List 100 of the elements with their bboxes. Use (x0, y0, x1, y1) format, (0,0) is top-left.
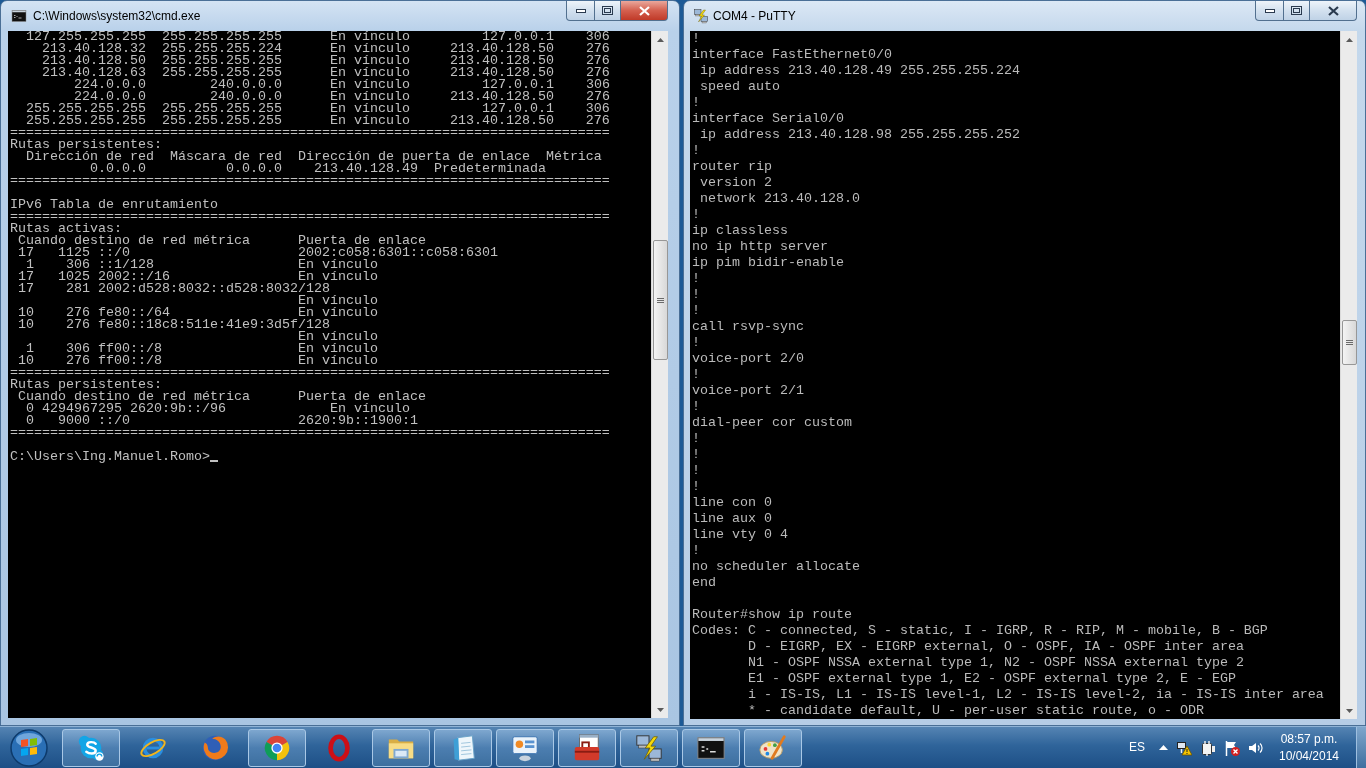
terminal-line: * - candidate default, U - per-user static route, o - ODR (748, 703, 1204, 719)
console-line: En vínculo (297, 331, 378, 343)
console-line: 255.255.255.255 255.255.255.255 En vínculo 213.40.128.50 276 (26, 115, 610, 127)
minimize-icon (1264, 8, 1275, 13)
terminal-line: line vty 0 4 (692, 527, 788, 543)
terminal-line: D - EIGRP, EX - EIGRP external, O - OSPF, IA - OSPF inter area (748, 639, 1244, 655)
triangle-up-icon (1158, 745, 1168, 750)
window-title: C:\Windows\system32\cmd.exe (33, 9, 201, 24)
console-line: 1 306 ::1/128 En vínculo (26, 259, 378, 271)
terminal-line: ! (692, 335, 700, 351)
minimize-button[interactable] (566, 1, 595, 21)
terminal-line: ! (692, 303, 700, 319)
terminal-line: ! (692, 543, 700, 559)
network-warning-icon[interactable] (1176, 739, 1192, 756)
maximize-button[interactable] (595, 1, 621, 21)
console-line: 17 1125 ::/0 2002:c058:6301::c058:6301 (18, 247, 498, 259)
grip-icon (656, 297, 664, 303)
console-line: =========================================================================== (10, 427, 610, 439)
console-line: 0.0.0.0 0.0.0.0 213.40.128.49 Predeterminada (90, 163, 546, 175)
terminal-line: ! (692, 463, 700, 479)
clock-button[interactable]: 08:57 p.m. 10/04/2014 (1272, 730, 1346, 765)
console-line: 17 1025 2002::/16 En vínculo (18, 271, 378, 283)
terminal-line: ! (692, 399, 700, 415)
terminal-line: i - IS-IS, L1 - IS-IS level-1, L2 - IS-IS level-2, ia - IS-IS inter area (748, 687, 1324, 703)
terminal-line: ! (692, 31, 700, 47)
scroll-thumb[interactable] (652, 240, 668, 360)
console-line: En vínculo (297, 295, 378, 307)
scrollbar[interactable] (1340, 31, 1357, 719)
console-line: 0 4294967295 2620:9b::/96 En vínculo (26, 403, 410, 415)
minimize-icon (575, 8, 586, 13)
terminal-line: ! (692, 431, 700, 447)
terminal-line: ip classless (692, 223, 788, 239)
terminal-line: ! (692, 143, 700, 159)
close-icon (638, 5, 650, 16)
palette-icon (758, 732, 788, 763)
show-desktop-button[interactable] (1356, 727, 1366, 768)
terminal-line: ip address 213.40.128.49 255.255.255.224 (700, 63, 1020, 79)
minimize-button[interactable] (1255, 1, 1284, 21)
terminal-line: Router#show ip route (692, 607, 852, 623)
terminal-line: E1 - OSPF external type 1, E2 - OSPF external type 2, E - EGP (748, 671, 1236, 687)
terminal-line: Codes: C - connected, S - static, I - IGRP, R - RIP, M - mobile, B - BGP (692, 623, 1268, 639)
close-button[interactable] (1310, 1, 1357, 21)
terminal-line: interface FastEthernet0/0 (692, 47, 892, 63)
terminal-line: ! (692, 207, 700, 223)
scrollbar[interactable] (651, 31, 668, 718)
console-line: 213.40.128.50 255.255.255.255 En vínculo 213.40.128.50 276 (42, 55, 610, 67)
triangle-up-icon (1345, 37, 1353, 42)
taskbar-app-button[interactable] (62, 728, 120, 767)
console-line: 10 276 fe80::/64 En vínculo (18, 307, 378, 319)
flag-orb-icon (9, 727, 49, 768)
console-line: =========================================================================== (10, 211, 610, 223)
triangle-down-icon (656, 707, 664, 712)
computers-bolt-icon (693, 8, 709, 24)
terminal-line: ! (692, 95, 700, 111)
console-line: 213.40.128.32 255.255.255.224 En vínculo 213.40.128.50 276 (42, 43, 610, 55)
command-prompt: C:\Users\Ing.Manuel.Romo> (10, 451, 210, 463)
console-line: 0 9000 ::/0 2620:9b::1900:1 (26, 415, 418, 427)
console-line: 224.0.0.0 240.0.0.0 En vínculo 213.40.128.50 276 (74, 91, 610, 103)
terminal-line: network 213.40.128.0 (700, 191, 860, 207)
grip-icon (1345, 340, 1353, 345)
terminal-line: version 2 (700, 175, 772, 191)
terminal-line: voice-port 2/1 (692, 383, 804, 399)
maximize-icon (1291, 6, 1302, 15)
terminal-line: ! (692, 447, 700, 463)
terminal-line: ! (692, 479, 700, 495)
terminal-line: call rsvp-sync (692, 319, 804, 335)
console-line: Rutas persistentes: (10, 139, 162, 151)
window-title: COM4 - PuTTY (713, 9, 796, 24)
console-line: 1 306 ff00::/8 En vínculo (26, 343, 378, 355)
console-line: Rutas persistentes: (10, 379, 162, 391)
terminal-line: ! (692, 271, 700, 287)
maximize-button[interactable] (1284, 1, 1310, 21)
console-window-icon (11, 8, 27, 24)
terminal-line: end (692, 575, 716, 591)
console-line: Cuando destino de red métrica Puerta de enlace (18, 391, 426, 403)
power-plug-icon[interactable] (1200, 739, 1216, 756)
cursor-icon (209, 460, 218, 462)
terminal-line: no scheduler allocate (692, 559, 860, 575)
console-line: 224.0.0.0 240.0.0.0 En vínculo 127.0.0.1 306 (74, 79, 610, 91)
terminal-line: interface Serial0/0 (692, 111, 844, 127)
terminal-line: ! (692, 287, 700, 303)
console-line: 17 281 2002:d528:8032::d528:8032/128 (18, 283, 330, 295)
console-line: Cuando destino de red métrica Puerta de enlace (18, 235, 426, 247)
toolbox-icon (572, 732, 602, 763)
language-indicator[interactable]: ES (1124, 740, 1150, 755)
terminal-line: speed auto (700, 79, 780, 95)
console-line: 10 276 ff00::/8 En vínculo (18, 355, 378, 367)
triangle-down-icon (1345, 708, 1353, 713)
terminal-line: no ip http server (692, 239, 828, 255)
taskbar-app-button[interactable] (682, 728, 740, 767)
terminal-line: line con 0 (692, 495, 772, 511)
scroll-thumb[interactable] (1341, 320, 1357, 365)
console-line: =========================================================================== (10, 127, 610, 139)
flag-error-icon[interactable] (1224, 739, 1240, 756)
taskbar-app-button[interactable] (558, 728, 616, 767)
console-line: 255.255.255.255 255.255.255.255 En vínculo 127.0.0.1 306 (26, 103, 610, 115)
terminal-line: N1 - OSPF NSSA external type 1, N2 - OSPF NSSA external type 2 (748, 655, 1244, 671)
close-button[interactable] (621, 1, 668, 21)
triangle-up-icon (656, 37, 664, 42)
computers-bolt-icon (634, 732, 664, 763)
